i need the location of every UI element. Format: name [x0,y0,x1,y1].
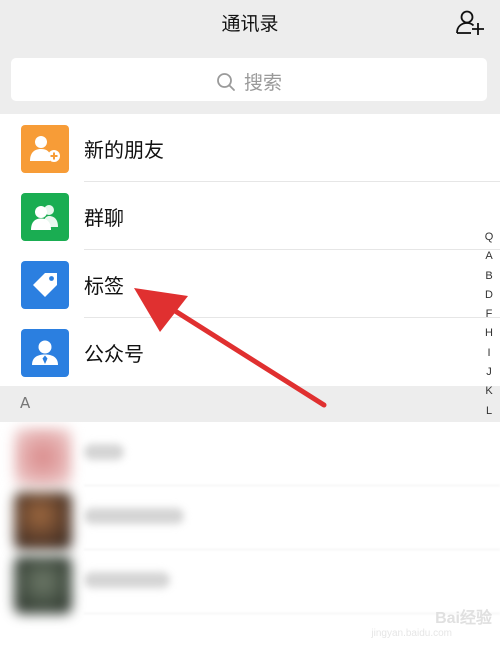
watermark-url: jingyan.baidu.com [371,628,452,639]
red-arrow-annotation [134,288,327,408]
watermark-logo: Bai经验 [435,610,492,627]
